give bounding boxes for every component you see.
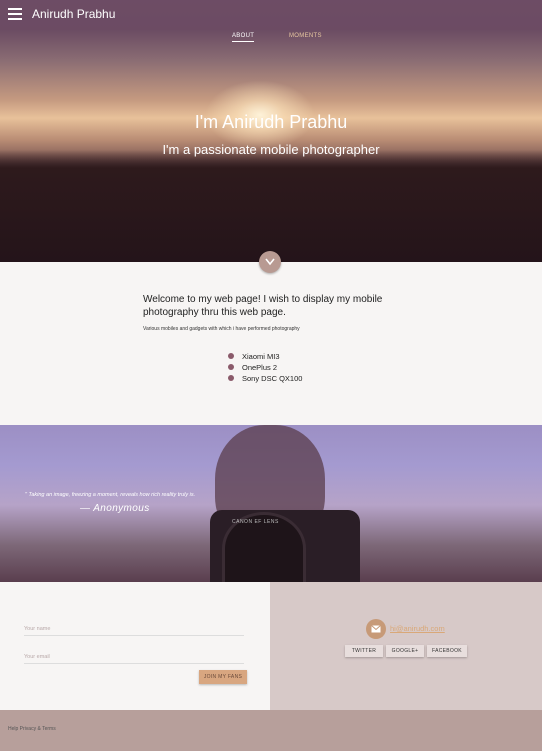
gadgets-caption: Various mobiles and gadgets with which i… — [143, 326, 300, 332]
landscape-silhouette — [0, 150, 542, 262]
scroll-down-button[interactable] — [259, 251, 281, 273]
nav-tabs: ABOUT MOMENTS — [0, 30, 542, 44]
bullet-icon — [228, 375, 234, 381]
hero-subtitle: I'm a passionate mobile photographer — [162, 142, 380, 157]
google-plus-button[interactable]: GOOGLE+ — [386, 645, 424, 657]
bullet-icon — [228, 364, 234, 370]
hamburger-menu-icon[interactable] — [8, 8, 22, 20]
email-field[interactable]: Your email — [24, 654, 50, 660]
lens-label: CANON EF LENS — [232, 519, 279, 525]
tab-moments[interactable]: MOMENTS — [289, 33, 322, 39]
device-label: Sony DSC QX100 — [242, 374, 303, 383]
twitter-button[interactable]: TWITTER — [345, 645, 383, 657]
name-field[interactable]: Your name — [24, 626, 50, 632]
device-label: OnePlus 2 — [242, 363, 278, 372]
tab-about[interactable]: ABOUT — [232, 33, 255, 42]
welcome-text: Welcome to my web page! I wish to displa… — [143, 294, 383, 318]
hero-title: I'm Anirudh Prabhu — [194, 112, 348, 132]
site-title[interactable]: Anirudh Prabhu — [32, 7, 115, 21]
bullet-icon — [228, 353, 234, 359]
name-underline — [24, 635, 244, 636]
footer — [0, 710, 542, 751]
quote-author: — Anonymous — [80, 503, 150, 514]
join-fans-button[interactable]: JOIN MY FANS — [199, 670, 247, 684]
mail-icon[interactable] — [366, 619, 386, 639]
facebook-button[interactable]: FACEBOOK — [427, 645, 467, 657]
envelope-icon — [371, 625, 381, 633]
email-underline — [24, 663, 244, 664]
footer-links[interactable]: Help Privacy & Terms — [8, 726, 56, 732]
device-label: Xiaomi MI3 — [242, 352, 280, 361]
quote-text: " Taking an image, freezing a moment, re… — [25, 492, 196, 498]
email-link[interactable]: hi@anirudh.com — [390, 624, 445, 633]
chevron-down-icon — [265, 258, 275, 266]
about-section — [0, 262, 542, 425]
signup-form: Your name Your email — [0, 582, 270, 710]
